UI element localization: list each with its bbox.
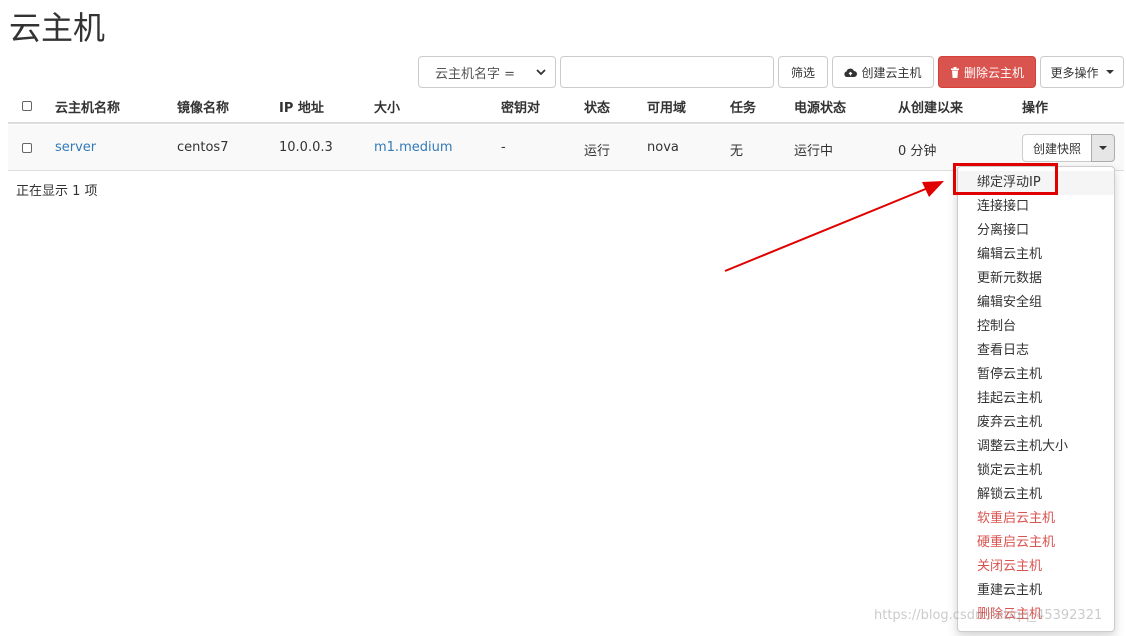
filter-field-value: 云主机名字 = [435,66,516,82]
status: 运行 [584,144,611,159]
create-snapshot-label: 创建快照 [1032,141,1081,156]
caret-down-icon [1099,146,1107,150]
filter-input[interactable] [560,56,774,88]
keypair: - [501,140,506,155]
header-ip[interactable]: IP 地址 [279,97,324,116]
filter-field-select[interactable]: 云主机名字 = [418,56,556,88]
watermark: https://blog.csdn.net/qq_45392321 [874,608,1103,623]
caret-down-icon [1105,70,1114,74]
menu-item-update-metadata[interactable]: 更新元数据 [958,267,1114,291]
filter-button[interactable]: 筛选 [778,56,828,88]
menu-item-lock-instance[interactable]: 锁定云主机 [958,459,1114,483]
menu-item-detach-interface[interactable]: 分离接口 [958,219,1114,243]
delete-instance-label: 删除云主机 [963,65,1024,80]
age: 0 分钟 [898,144,937,159]
more-actions-label: 更多操作 [1050,65,1099,80]
task: 无 [730,144,744,159]
menu-item-pause-instance[interactable]: 暂停云主机 [958,363,1114,387]
menu-item-rebuild-instance[interactable]: 重建云主机 [958,579,1114,603]
menu-item-unlock-instance[interactable]: 解锁云主机 [958,483,1114,507]
menu-item-soft-reboot[interactable]: 软重启云主机 [958,507,1114,531]
header-image[interactable]: 镜像名称 [177,97,229,116]
instance-name-link[interactable]: server [55,140,96,155]
menu-item-view-log[interactable]: 查看日志 [958,339,1114,363]
header-power[interactable]: 电源状态 [794,97,846,116]
trash-icon [950,66,959,78]
flavor-link[interactable]: m1.medium [374,140,453,155]
menu-item-resize-instance[interactable]: 调整云主机大小 [958,435,1114,459]
header-task[interactable]: 任务 [730,97,756,116]
image-name: centos7 [177,140,229,155]
header-status[interactable]: 状态 [584,97,610,116]
header-size[interactable]: 大小 [374,97,400,116]
row-actions-toggle[interactable] [1091,134,1115,162]
select-all-checkbox[interactable] [22,101,32,111]
page-title: 云主机 [9,9,106,47]
header-zone[interactable]: 可用域 [647,97,686,116]
menu-item-shut-off[interactable]: 关闭云主机 [958,555,1114,579]
cloud-upload-icon [844,68,858,77]
delete-instance-button[interactable]: 删除云主机 [938,56,1036,88]
header-actions: 操作 [1022,101,1049,116]
menu-item-shelve-instance[interactable]: 废弃云主机 [958,411,1114,435]
menu-item-hard-reboot[interactable]: 硬重启云主机 [958,531,1114,555]
menu-item-suspend-instance[interactable]: 挂起云主机 [958,387,1114,411]
create-instance-button[interactable]: 创建云主机 [832,56,934,88]
menu-item-attach-interface[interactable]: 连接接口 [958,195,1114,219]
availability-zone: nova [647,140,679,155]
more-actions-button[interactable]: 更多操作 [1040,56,1124,88]
header-name[interactable]: 云主机名称 [55,97,120,116]
power-state: 运行中 [794,144,834,159]
chevron-down-icon [536,69,546,76]
menu-item-console[interactable]: 控制台 [958,315,1114,339]
filter-button-label: 筛选 [790,65,815,80]
annotation-highlight-box [953,163,1058,195]
header-keypair[interactable]: 密钥对 [501,97,540,116]
create-instance-label: 创建云主机 [861,65,922,80]
table-header: 云主机名称 镜像名称 IP 地址 大小 密钥对 状态 可用域 任务 电源状态 从… [8,88,1124,124]
row-checkbox[interactable] [22,143,32,153]
row-actions-menu: 绑定浮动IP 连接接口 分离接口 编辑云主机 更新元数据 编辑安全组 控制台 查… [957,166,1115,632]
header-age[interactable]: 从创建以来 [898,97,963,116]
item-count: 正在显示 1 项 [16,184,98,199]
ip-address: 10.0.0.3 [279,140,333,155]
menu-item-edit-security-groups[interactable]: 编辑安全组 [958,291,1114,315]
menu-item-edit-instance[interactable]: 编辑云主机 [958,243,1114,267]
create-snapshot-button[interactable]: 创建快照 [1022,134,1092,162]
